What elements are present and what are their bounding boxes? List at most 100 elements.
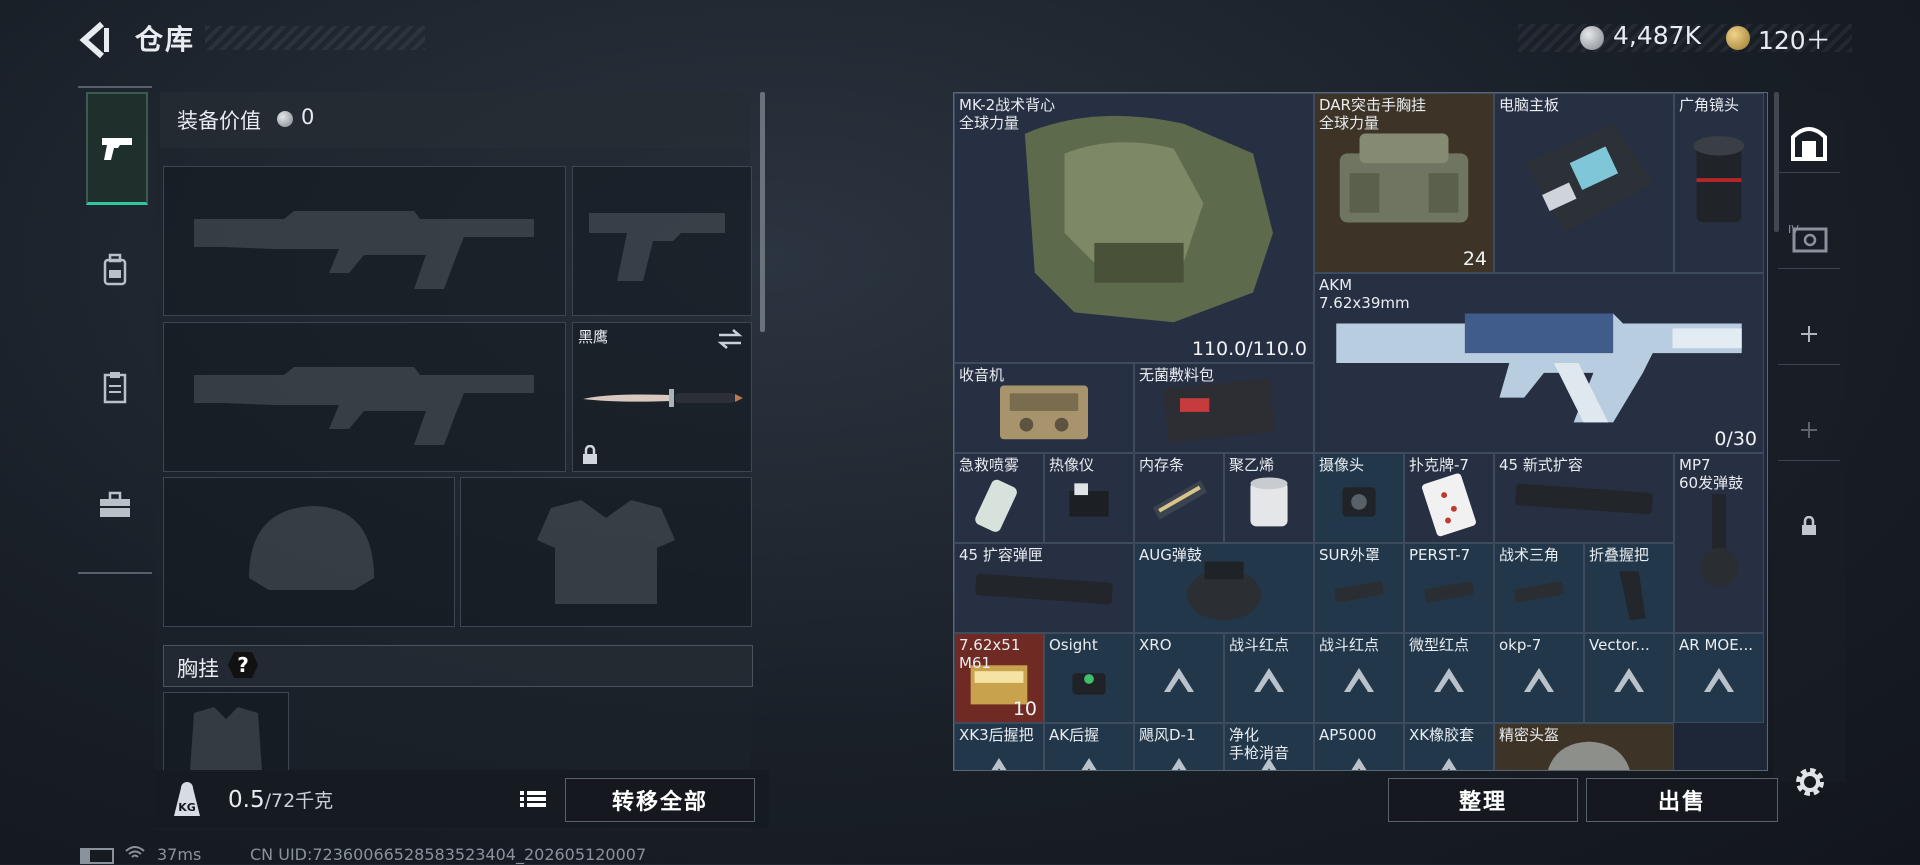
player-uid: CN UID:72360066528583523404_202605120007 [250, 845, 647, 864]
transfer-all-button[interactable]: 转移全部 [565, 778, 755, 822]
item-name: 折叠握把 [1589, 546, 1650, 564]
inventory-item[interactable]: okp-7 [1494, 633, 1584, 723]
inventory-item[interactable]: AKM 7.62x39mm 0/30 [1314, 273, 1764, 453]
inventory-item[interactable]: 电脑主板 [1494, 93, 1674, 273]
lock-icon [583, 445, 597, 464]
item-name: Vector... [1589, 636, 1650, 654]
inventory-item[interactable]: XK3后握把 [954, 723, 1044, 770]
inventory-item[interactable]: SUR外罩 [1314, 543, 1404, 633]
inventory-item[interactable]: 热像仪 [1044, 453, 1134, 543]
ping-value: 37ms [157, 845, 202, 864]
inventory-item[interactable]: MK-2战术背心 全球力量 110.0/110.0 [954, 93, 1314, 363]
inventory-item[interactable]: PERST-7 [1404, 543, 1494, 633]
pistol-slot[interactable] [572, 166, 752, 316]
rail-tab-armor[interactable] [86, 358, 144, 416]
inventory-item[interactable]: 内存条 [1134, 453, 1224, 543]
plus-icon [1801, 422, 1817, 438]
back-arrow-icon [79, 21, 109, 59]
item-name: 净化 手枪消音 [1229, 726, 1290, 762]
inventory-item[interactable]: 折叠握把 [1584, 543, 1674, 633]
page-title: 仓库 [135, 23, 196, 56]
stash-tab[interactable] [1778, 112, 1840, 173]
item-name: 战术三角 [1499, 546, 1560, 564]
back-button[interactable] [78, 20, 112, 60]
inventory-item[interactable]: 摄像头 [1314, 453, 1404, 543]
help-button[interactable]: ? [228, 652, 258, 678]
rifle-silhouette-icon [194, 211, 534, 289]
inventory-item[interactable]: 战斗红点 [1224, 633, 1314, 723]
item-name: 聚乙烯 [1229, 456, 1275, 474]
inventory-item[interactable]: AUG弹鼓 [1134, 543, 1314, 633]
item-name: MK-2战术背心 全球力量 [959, 96, 1056, 132]
wifi-icon [124, 845, 146, 861]
list-view-icon[interactable] [516, 784, 550, 814]
inventory-item[interactable]: 广角镜头 [1674, 93, 1764, 273]
chest-rig-slot[interactable] [163, 692, 289, 772]
inventory-item[interactable]: 7.62x51 M61 10 [954, 633, 1044, 723]
item-name: SUR外罩 [1319, 546, 1380, 564]
svg-text:KG: KG [178, 801, 196, 814]
swap-icon[interactable] [717, 328, 743, 350]
inventory-item[interactable]: 飓风D-1 [1134, 723, 1224, 770]
item-name: MP7 60发弹鼓 [1679, 456, 1744, 492]
rail-tab-toolbox[interactable] [86, 476, 144, 534]
item-image [955, 94, 1313, 362]
sort-button[interactable]: 整理 [1388, 778, 1578, 822]
inventory-item[interactable]: 无菌敷料包 [1134, 363, 1314, 453]
inventory-item[interactable]: Osight [1044, 633, 1134, 723]
gold-currency-amount[interactable]: 120＋ [1758, 21, 1831, 57]
inventory-item[interactable]: XK橡胶套 [1404, 723, 1494, 770]
item-name: 微型红点 [1409, 636, 1470, 654]
inventory-item[interactable]: 净化 手枪消音 [1224, 723, 1314, 770]
item-name: Osight [1049, 636, 1098, 654]
inventory-item[interactable]: DAR突击手胸挂 全球力量 24 [1314, 93, 1494, 273]
settings-gear-icon[interactable] [1792, 764, 1828, 800]
plus-icon [1801, 326, 1817, 342]
item-name: 无菌敷料包 [1139, 366, 1215, 384]
weight-icon: KG [168, 778, 206, 820]
helmet-slot[interactable] [163, 477, 455, 627]
rail-tab-backpack[interactable] [86, 240, 144, 298]
rail-tab-weapons[interactable] [86, 92, 148, 205]
inventory-item[interactable]: 扑克牌-7 [1404, 453, 1494, 543]
item-name: 内存条 [1139, 456, 1185, 474]
inventory-item[interactable]: MP7 60发弹鼓 [1674, 453, 1764, 633]
weight-capacity: /72千克 [264, 790, 334, 812]
inventory-item[interactable]: 45 扩容弹匣 [954, 543, 1134, 633]
item-name: AKM 7.62x39mm [1319, 276, 1410, 312]
inventory-item[interactable]: 45 新式扩容 [1494, 453, 1674, 543]
body-armor-slot[interactable] [460, 477, 752, 627]
helmet-silhouette-icon [249, 506, 374, 590]
equipment-scrollbar[interactable] [760, 92, 765, 332]
inventory-item[interactable]: AK后握 [1044, 723, 1134, 770]
item-name: PERST-7 [1409, 546, 1471, 564]
inventory-item[interactable]: 急救喷雾 [954, 453, 1044, 543]
safe-box-tab[interactable]: IV [1778, 208, 1840, 269]
inventory-item[interactable]: Vector... [1584, 633, 1674, 723]
add-container-button-2[interactable] [1778, 400, 1840, 461]
svg-text:IV: IV [1788, 223, 1799, 236]
inventory-item[interactable]: XRO [1134, 633, 1224, 723]
inventory-item[interactable]: 精密头盔 [1494, 723, 1674, 770]
inventory-item[interactable]: 战术三角 [1494, 543, 1584, 633]
inventory-item[interactable]: 战斗红点 [1314, 633, 1404, 723]
inventory-item[interactable]: 微型红点 [1404, 633, 1494, 723]
item-name: 广角镜头 [1679, 96, 1740, 114]
inventory-item[interactable]: 收音机 [954, 363, 1134, 453]
sell-button[interactable]: 出售 [1586, 778, 1778, 822]
melee-slot[interactable]: 黑鹰 [572, 322, 752, 472]
item-name: 战斗红点 [1229, 636, 1290, 654]
backpack-icon [103, 253, 127, 286]
inventory-item[interactable]: AP5000 [1314, 723, 1404, 770]
primary-weapon-slot-2[interactable] [163, 322, 566, 472]
inventory-item[interactable]: 聚乙烯 [1224, 453, 1314, 543]
inventory-item[interactable]: AR MOE... [1674, 633, 1764, 723]
item-name: 摄像头 [1319, 456, 1365, 474]
locked-container-tab[interactable] [1778, 496, 1840, 556]
item-name: 飓风D-1 [1139, 726, 1196, 744]
lock-icon [1802, 516, 1816, 535]
add-container-button[interactable] [1778, 304, 1840, 365]
item-name: DAR突击手胸挂 全球力量 [1319, 96, 1426, 132]
primary-weapon-slot-1[interactable] [163, 166, 566, 316]
item-name: okp-7 [1499, 636, 1542, 654]
